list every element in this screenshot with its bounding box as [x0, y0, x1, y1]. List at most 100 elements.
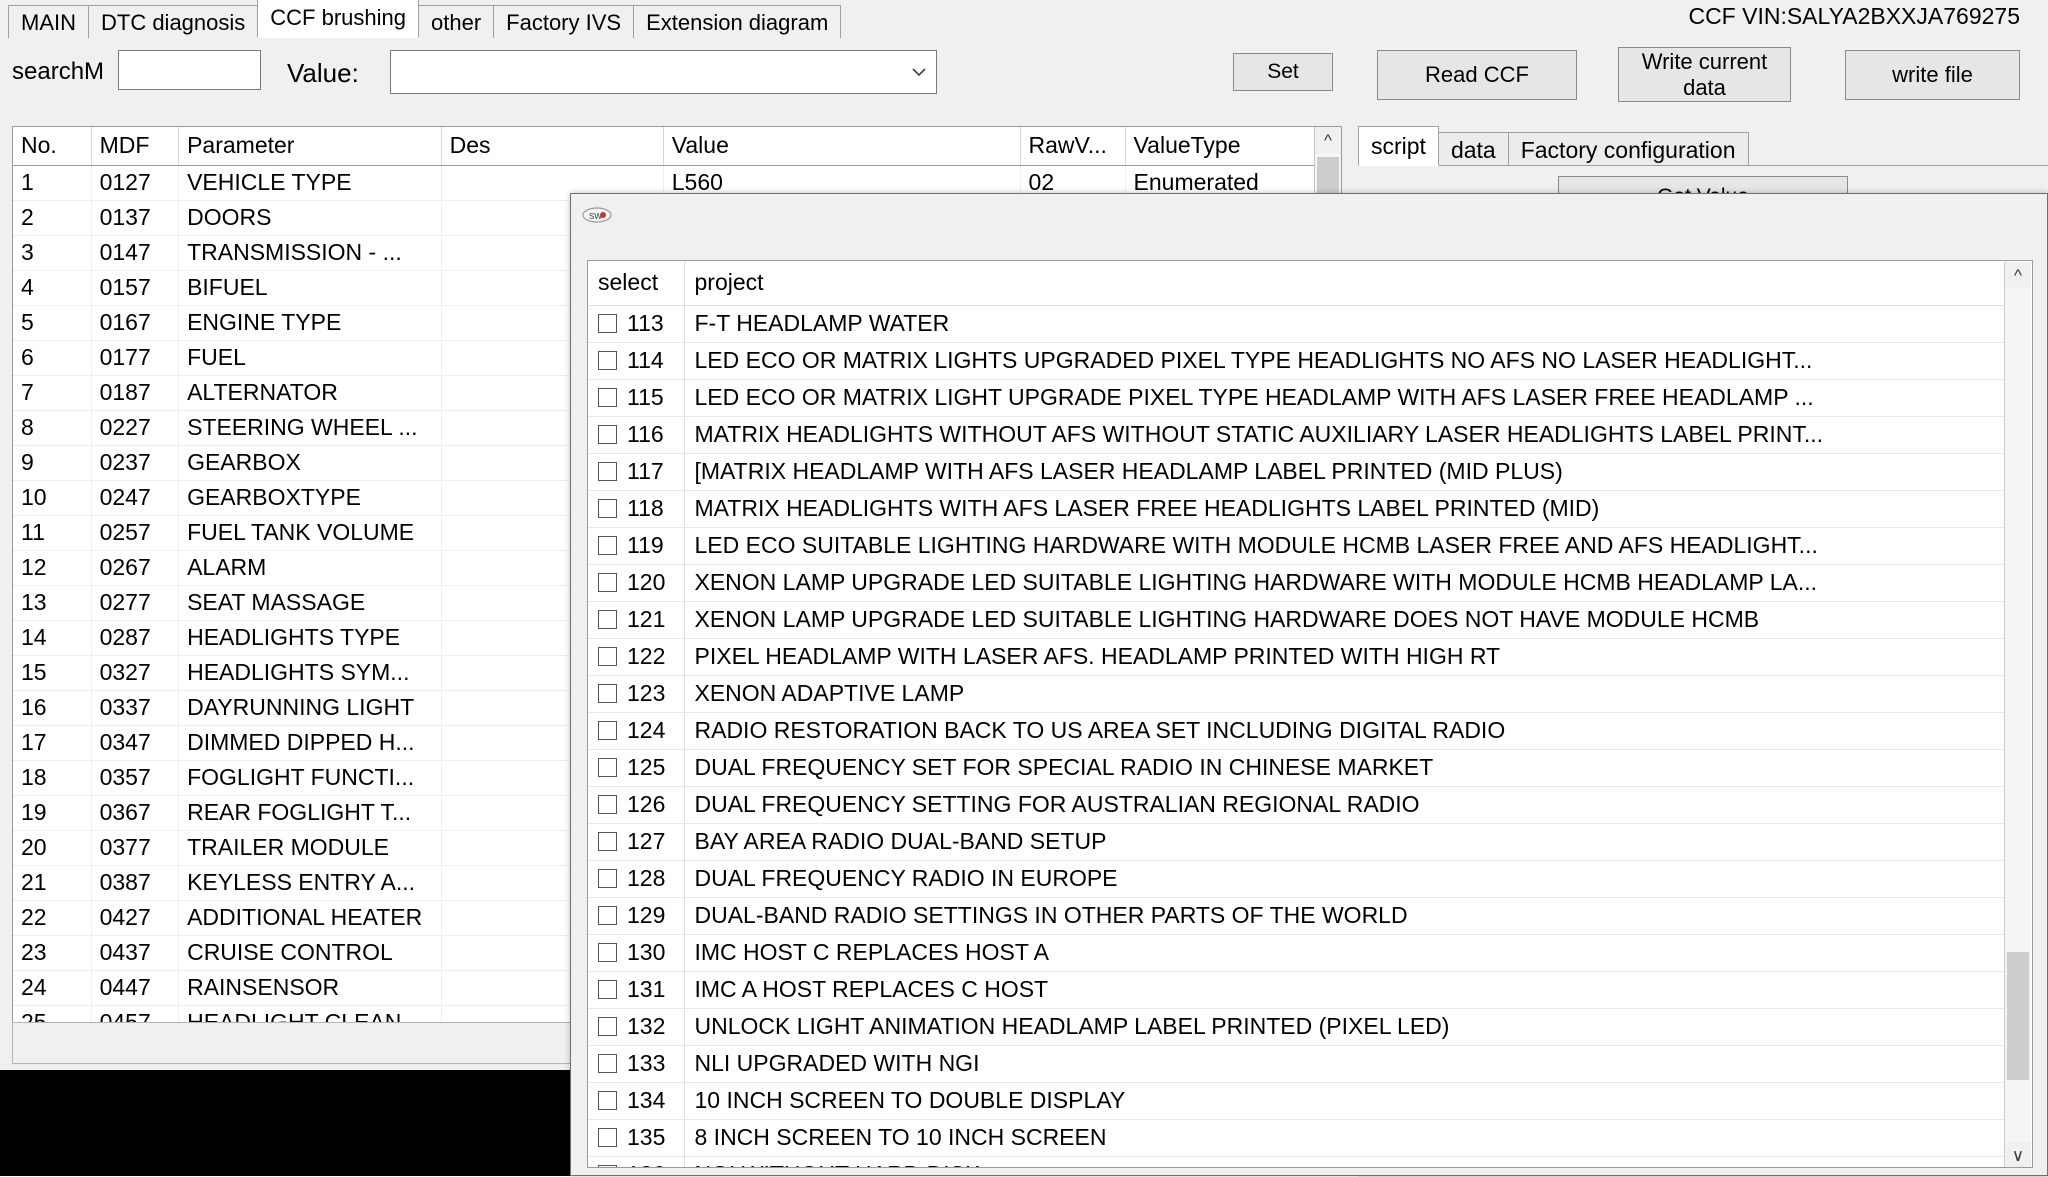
checkbox-icon[interactable]	[598, 1091, 617, 1110]
list-item[interactable]: 132UNLOCK LIGHT ANIMATION HEADLAMP LABEL…	[588, 1008, 2006, 1045]
list-item[interactable]: 128DUAL FREQUENCY RADIO IN EUROPE	[588, 860, 2006, 897]
checkbox-icon[interactable]	[598, 721, 617, 740]
write-file-button[interactable]: write file	[1845, 50, 2020, 100]
cell-mdf: 0247	[91, 480, 179, 515]
list-item[interactable]: 119LED ECO SUITABLE LIGHTING HARDWARE WI…	[588, 527, 2006, 564]
list-item[interactable]: 131IMC A HOST REPLACES C HOST	[588, 971, 2006, 1008]
list-item[interactable]: 124RADIO RESTORATION BACK TO US AREA SET…	[588, 712, 2006, 749]
cell-no: 13	[13, 585, 91, 620]
column-header-select[interactable]: select	[588, 261, 684, 305]
cell-parameter: FUEL TANK VOLUME	[179, 515, 442, 550]
checkbox-icon[interactable]	[598, 388, 617, 407]
cell-project: NLI UPGRADED WITH NGI	[684, 1045, 2006, 1082]
write-current-data-button[interactable]: Write current data	[1618, 47, 1791, 102]
column-header-no[interactable]: No.	[13, 127, 91, 165]
cell-project: LED ECO SUITABLE LIGHTING HARDWARE WITH …	[684, 527, 2006, 564]
list-item[interactable]: 118MATRIX HEADLIGHTS WITH AFS LASER FREE…	[588, 490, 2006, 527]
project-id-label: 116	[627, 421, 664, 448]
search-input[interactable]	[118, 50, 261, 90]
scroll-down-icon[interactable]: ∨	[2005, 1142, 2031, 1168]
checkbox-icon[interactable]	[598, 980, 617, 999]
checkbox-icon[interactable]	[598, 573, 617, 592]
column-header-project[interactable]: project	[684, 261, 2006, 305]
scroll-up-icon[interactable]: ^	[1315, 127, 1341, 153]
list-item[interactable]: 123XENON ADAPTIVE LAMP	[588, 675, 2006, 712]
checkbox-icon[interactable]	[598, 425, 617, 444]
cell-select: 123	[588, 675, 684, 712]
checkbox-icon[interactable]	[598, 610, 617, 629]
cell-mdf: 0167	[91, 305, 179, 340]
cell-select: 133	[588, 1045, 684, 1082]
checkbox-icon[interactable]	[598, 536, 617, 555]
column-header-rawvalue[interactable]: RawV...	[1020, 127, 1125, 165]
checkbox-icon[interactable]	[598, 758, 617, 777]
checkbox-icon[interactable]	[598, 499, 617, 518]
cell-project: PIXEL HEADLAMP WITH LASER AFS. HEADLAMP …	[684, 638, 2006, 675]
scrollbar-thumb[interactable]	[2007, 952, 2029, 1080]
list-item[interactable]: 125DUAL FREQUENCY SET FOR SPECIAL RADIO …	[588, 749, 2006, 786]
dialog-title-bar: SW	[571, 194, 2047, 240]
list-item[interactable]: 114LED ECO OR MATRIX LIGHTS UPGRADED PIX…	[588, 342, 2006, 379]
column-header-mdf[interactable]: MDF	[91, 127, 179, 165]
column-header-des[interactable]: Des	[441, 127, 663, 165]
list-item[interactable]: 126DUAL FREQUENCY SETTING FOR AUSTRALIAN…	[588, 786, 2006, 823]
set-button[interactable]: Set	[1233, 53, 1333, 91]
checkbox-icon[interactable]	[598, 906, 617, 925]
checkbox-icon[interactable]	[598, 869, 617, 888]
cell-select: 122	[588, 638, 684, 675]
checkbox-icon[interactable]	[598, 832, 617, 851]
checkbox-icon[interactable]	[598, 1165, 617, 1168]
main-tab-dtc-diagnosis[interactable]: DTC diagnosis	[88, 5, 258, 38]
right-tab-factory-configuration[interactable]: Factory configuration	[1508, 132, 1749, 166]
main-tab-factory-ivs[interactable]: Factory IVS	[493, 5, 634, 38]
cell-no: 11	[13, 515, 91, 550]
checkbox-icon[interactable]	[598, 795, 617, 814]
project-id-label: 122	[627, 643, 665, 670]
column-header-valuetype[interactable]: ValueType	[1125, 127, 1340, 165]
main-tab-ccf-brushing[interactable]: CCF brushing	[257, 0, 419, 38]
checkbox-icon[interactable]	[598, 647, 617, 666]
scroll-up-icon[interactable]: ^	[2005, 262, 2031, 288]
list-item[interactable]: 117[MATRIX HEADLAMP WITH AFS LASER HEADL…	[588, 453, 2006, 490]
cell-project: F-T HEADLAMP WATER	[684, 305, 2006, 342]
list-item[interactable]: 136NGI WITHOUT HARD DISK	[588, 1156, 2006, 1168]
checkbox-icon[interactable]	[598, 943, 617, 962]
column-header-parameter[interactable]: Parameter	[179, 127, 442, 165]
list-item[interactable]: 121XENON LAMP UPGRADE LED SUITABLE LIGHT…	[588, 601, 2006, 638]
checkbox-icon[interactable]	[598, 462, 617, 481]
cell-select: 124	[588, 712, 684, 749]
read-ccf-button[interactable]: Read CCF	[1377, 50, 1577, 100]
list-item[interactable]: 13410 INCH SCREEN TO DOUBLE DISPLAY	[588, 1082, 2006, 1119]
checkbox-icon[interactable]	[598, 684, 617, 703]
list-item[interactable]: 113F-T HEADLAMP WATER	[588, 305, 2006, 342]
right-tab-data[interactable]: data	[1438, 132, 1509, 166]
list-item[interactable]: 130IMC HOST C REPLACES HOST A	[588, 934, 2006, 971]
cell-no: 6	[13, 340, 91, 375]
checkbox-icon[interactable]	[598, 1054, 617, 1073]
right-tab-script[interactable]: script	[1358, 126, 1439, 166]
value-combobox[interactable]	[390, 50, 937, 94]
list-item[interactable]: 127BAY AREA RADIO DUAL-BAND SETUP	[588, 823, 2006, 860]
cell-project: DUAL FREQUENCY SETTING FOR AUSTRALIAN RE…	[684, 786, 2006, 823]
main-tab-main[interactable]: MAIN	[8, 5, 89, 38]
list-item[interactable]: 1358 INCH SCREEN TO 10 INCH SCREEN	[588, 1119, 2006, 1156]
checkbox-icon[interactable]	[598, 351, 617, 370]
list-item[interactable]: 120XENON LAMP UPGRADE LED SUITABLE LIGHT…	[588, 564, 2006, 601]
checkbox-icon[interactable]	[598, 1128, 617, 1147]
list-item[interactable]: 133NLI UPGRADED WITH NGI	[588, 1045, 2006, 1082]
list-item[interactable]: 122 PIXEL HEADLAMP WITH LASER AFS. HEADLA…	[588, 638, 2006, 675]
cell-project: LED ECO OR MATRIX LIGHT UPGRADE PIXEL TY…	[684, 379, 2006, 416]
cell-parameter: VEHICLE TYPE	[179, 165, 442, 200]
list-item[interactable]: 115LED ECO OR MATRIX LIGHT UPGRADE PIXEL…	[588, 379, 2006, 416]
checkbox-icon[interactable]	[598, 1017, 617, 1036]
cell-parameter: TRAILER MODULE	[179, 830, 442, 865]
list-item[interactable]: 129DUAL-BAND RADIO SETTINGS IN OTHER PAR…	[588, 897, 2006, 934]
main-tab-extension-diagram[interactable]: Extension diagram	[633, 5, 841, 38]
main-tab-other[interactable]: other	[418, 5, 494, 38]
value-label: Value:	[287, 58, 359, 89]
list-item[interactable]: 116MATRIX HEADLIGHTS WITHOUT AFS WITHOUT…	[588, 416, 2006, 453]
checkbox-icon[interactable]	[598, 314, 617, 333]
column-header-value[interactable]: Value	[663, 127, 1020, 165]
cell-parameter: SEAT MASSAGE	[179, 585, 442, 620]
project-list-scrollbar[interactable]: ^ ∨	[2004, 262, 2031, 1168]
